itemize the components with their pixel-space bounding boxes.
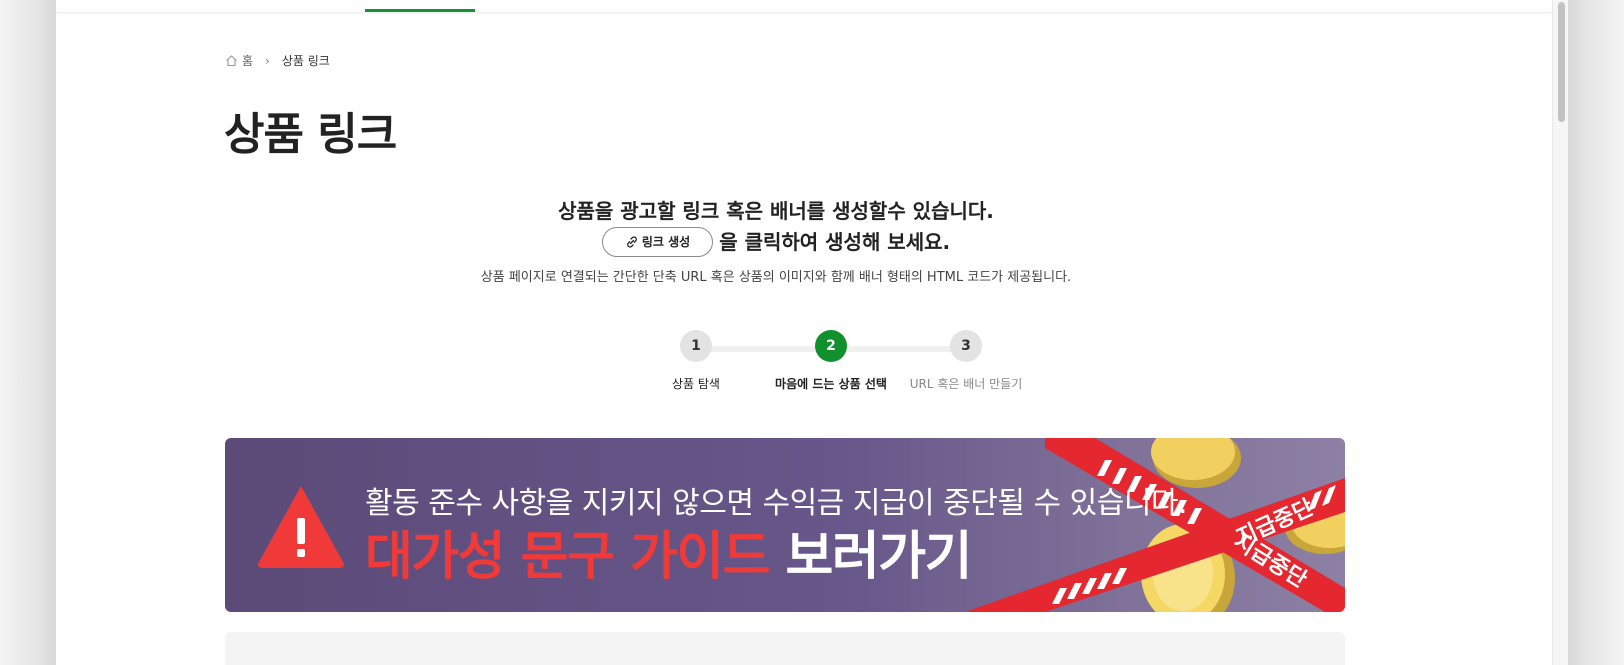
banner-highlight: 대가성 문구 가이드 — [365, 527, 770, 587]
content-card — [225, 632, 1345, 665]
create-link-chip-label: 링크 생성 — [641, 235, 691, 249]
top-navigation-bar — [56, 0, 1552, 12]
create-link-chip: 링크 생성 — [601, 227, 714, 257]
banner-headline: 대가성 문구 가이드 보러가기 — [365, 514, 973, 589]
banner-cta[interactable]: 보러가기 — [786, 527, 973, 587]
intro-description: 상품 페이지로 연결되는 간단한 단축 URL 혹은 상품의 이미지와 함께 배… — [480, 270, 1072, 285]
progress-stepper: 1 상품 탐색 2 마음에 드는 상품 선택 3 URL 혹은 배너 만들기 — [616, 330, 1022, 400]
step-3-label: URL 혹은 배너 만들기 — [909, 377, 1023, 391]
compliance-guide-banner[interactable]: 지급중단 지급중단 활동 준수 사항을 지키지 않으면 수익금 지급이 중단될 … — [225, 438, 1345, 612]
link-icon — [627, 236, 637, 248]
breadcrumb-home-label: 홈 — [242, 54, 254, 68]
warning-icon — [258, 486, 344, 568]
breadcrumb: 홈 › 상품 링크 — [225, 52, 330, 69]
intro-section: 상품을 광고할 링크 혹은 배너를 생성할수 있습니다. 링크 생성 을 클릭하… — [56, 196, 1496, 285]
window-shadow-right — [1568, 0, 1624, 665]
step-3: 3 URL 혹은 배너 만들기 — [876, 330, 1056, 392]
breadcrumb-home[interactable]: 홈 — [225, 52, 253, 69]
chevron-right-icon: › — [265, 53, 270, 68]
scrollbar-thumb[interactable] — [1558, 2, 1565, 122]
step-1-circle: 1 — [680, 330, 712, 362]
intro-instruction-text: 을 클릭하여 생성해 보세요. — [719, 230, 951, 254]
step-2-circle: 2 — [815, 330, 847, 362]
active-nav-indicator — [365, 9, 475, 12]
step-3-circle: 3 — [950, 330, 982, 362]
page-title: 상품 링크 — [224, 109, 397, 160]
intro-headline: 상품을 광고할 링크 혹은 배너를 생성할수 있습니다. — [558, 199, 994, 223]
vertical-scrollbar[interactable] — [1552, 0, 1568, 665]
home-icon — [226, 55, 237, 67]
browser-window: 홈 › 상품 링크 상품 링크 상품을 광고할 링크 혹은 배너를 생성할수 있… — [56, 0, 1568, 665]
intro-instruction: 링크 생성 을 클릭하여 생성해 보세요. — [56, 226, 1496, 258]
window-shadow-left — [0, 0, 56, 665]
breadcrumb-current: 상품 링크 — [281, 54, 330, 68]
